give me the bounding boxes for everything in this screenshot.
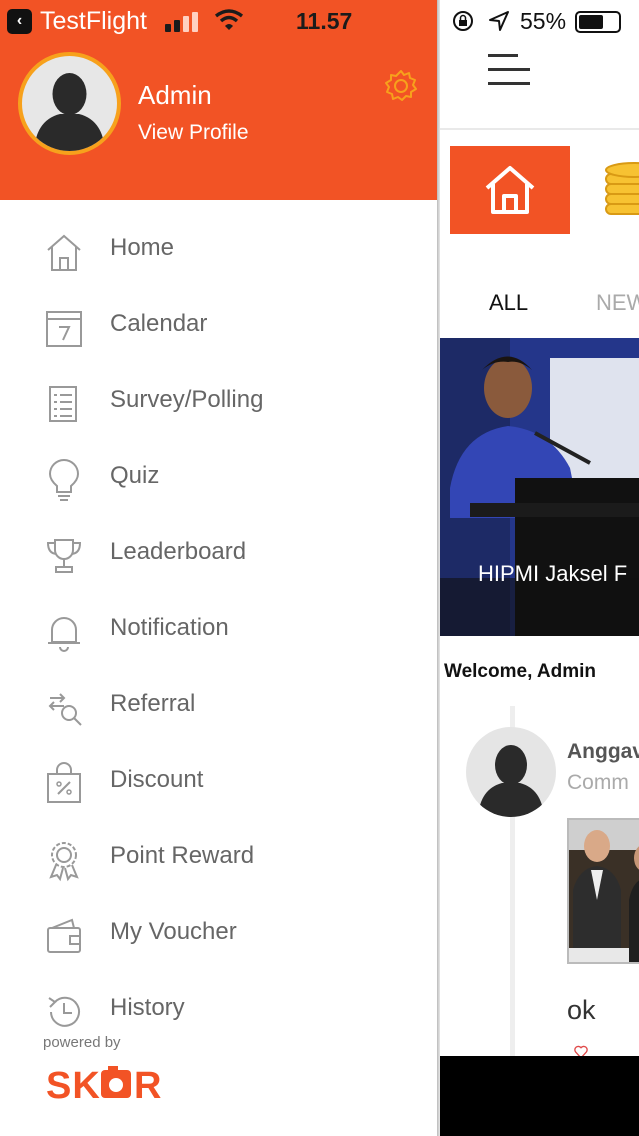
menu-item-referral[interactable]: Referral (0, 686, 437, 762)
battery-icon (575, 11, 621, 33)
badge-icon (49, 842, 79, 882)
post-image[interactable] (567, 818, 639, 964)
referral-icon (48, 693, 82, 726)
hamburger-menu-icon[interactable] (488, 54, 530, 88)
powered-by-label: powered by (43, 1034, 121, 1051)
menu-item-my-voucher[interactable]: My Voucher (0, 914, 437, 990)
discount-icon (47, 762, 81, 803)
menu-item-leaderboard[interactable]: Leaderboard (0, 534, 437, 610)
home-icon (485, 166, 535, 214)
bell-icon (48, 617, 80, 652)
post-author-avatar[interactable] (466, 727, 556, 817)
settings-gear-icon[interactable] (383, 68, 419, 104)
clock: 11.57 (296, 8, 353, 34)
coins-icon[interactable] (604, 160, 639, 220)
menu-item-calendar[interactable]: Calendar (0, 306, 437, 382)
lightbulb-icon (48, 459, 80, 501)
bottom-bar (439, 1056, 639, 1136)
location-arrow-icon (489, 11, 509, 31)
menu-item-home[interactable]: Home (0, 230, 437, 306)
menu-label-referral: Referral (110, 690, 196, 717)
back-app-label[interactable]: TestFlight (40, 7, 147, 36)
post-author-name[interactable]: Anggav (567, 740, 639, 764)
profile-avatar[interactable] (18, 52, 121, 155)
svg-text:SK: SK (46, 1065, 101, 1104)
menu-label-calendar: Calendar (110, 310, 208, 337)
menu-label-my-voucher: My Voucher (110, 918, 237, 945)
status-bar-left: ‹ TestFlight 11.57 (0, 0, 437, 42)
navigation-drawer: ‹ TestFlight 11.57 Admin View Profile Ho… (0, 0, 437, 1136)
menu-label-point-reward: Point Reward (110, 842, 255, 869)
banner-caption: HIPMI Jaksel F (478, 561, 628, 586)
skor-logo: SK R (46, 1065, 161, 1104)
tab-all[interactable]: ALL (489, 290, 528, 316)
profile-name: Admin (138, 80, 212, 110)
menu-label-notification: Notification (110, 614, 229, 641)
menu-item-point-reward[interactable]: Point Reward (0, 838, 437, 914)
topbar-divider (439, 128, 639, 130)
back-to-app-icon[interactable]: ‹ (7, 9, 32, 34)
wifi-icon (214, 9, 244, 30)
menu-label-quiz: Quiz (110, 462, 160, 489)
menu-label-history: History (110, 994, 185, 1021)
menu-label-leaderboard: Leaderboard (110, 538, 247, 565)
home-category-tile[interactable] (450, 146, 570, 234)
survey-icon (49, 386, 77, 422)
signal-icon (165, 12, 201, 32)
trophy-icon (46, 539, 82, 573)
battery-percentage: 55% (520, 8, 567, 34)
menu-label-survey: Survey/Polling (110, 386, 264, 413)
status-bar-right: 55% (439, 0, 639, 42)
news-banner[interactable]: HIPMI Jaksel F (440, 338, 639, 636)
menu-item-quiz[interactable]: Quiz (0, 458, 437, 534)
home-icon (47, 234, 81, 271)
drawer-shadow (437, 0, 440, 1136)
post-text: ok (567, 995, 596, 1025)
svg-text:R: R (134, 1065, 161, 1104)
menu-item-discount[interactable]: Discount (0, 762, 437, 838)
welcome-text: Welcome, Admin (444, 661, 597, 682)
menu-item-history[interactable]: History (0, 990, 437, 1066)
post-subtitle: Comm (567, 771, 629, 794)
menu-label-home: Home (110, 234, 175, 261)
drawer-header: ‹ TestFlight 11.57 Admin View Profile (0, 0, 437, 200)
wallet-icon (47, 918, 81, 953)
history-icon (48, 996, 80, 1027)
banner-photo (440, 338, 639, 636)
menu-item-survey[interactable]: Survey/Polling (0, 382, 437, 458)
menu-item-notification[interactable]: Notification (0, 610, 437, 686)
calendar-icon (46, 311, 82, 347)
tab-new[interactable]: NEW (596, 290, 639, 316)
menu-label-discount: Discount (110, 766, 204, 793)
main-content: 55% ALL NEW HIPMI Jaksel F Welcome, Admi… (439, 0, 639, 1136)
rotation-lock-icon (453, 11, 473, 31)
view-profile-link[interactable]: View Profile (138, 121, 249, 145)
